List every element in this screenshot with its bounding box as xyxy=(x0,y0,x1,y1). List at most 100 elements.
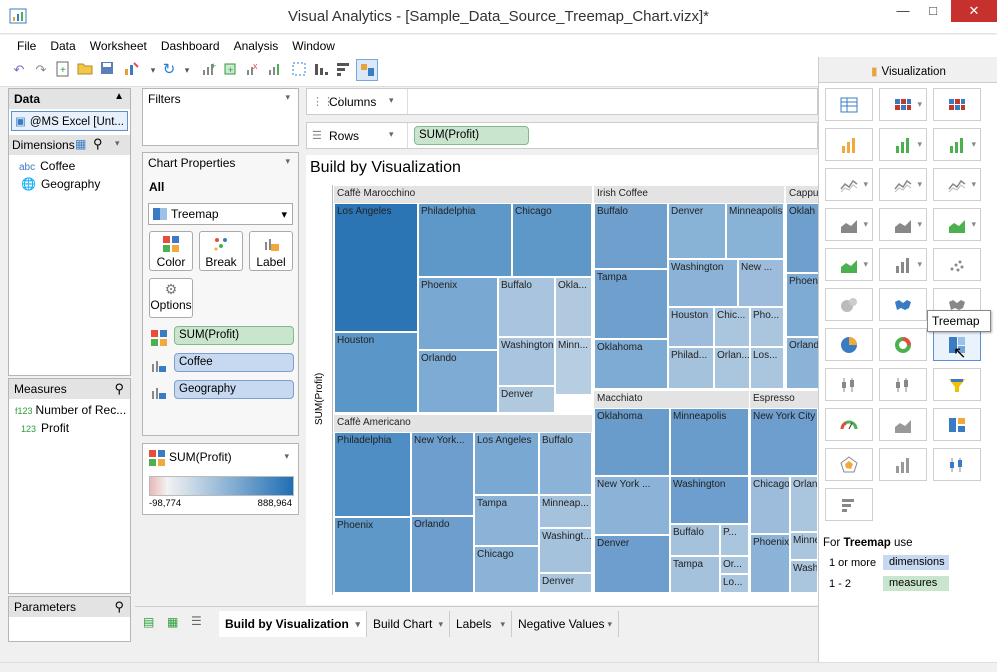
treemap-cell[interactable]: Lo... xyxy=(720,574,749,593)
treemap-chart[interactable]: Caffè Marocchino Los Angeles Philadelphia C… xyxy=(334,186,818,596)
treemap-cell[interactable]: Pho... xyxy=(750,307,784,347)
viz-type-area[interactable]: ▾ xyxy=(825,208,873,241)
rows-menu-icon[interactable]: ▾ xyxy=(389,129,394,140)
dimensions-menu-icon[interactable]: ▾ xyxy=(115,138,120,149)
viz-type-table[interactable] xyxy=(825,88,873,121)
treemap-cell[interactable]: Phoen xyxy=(786,273,818,337)
refresh-dropdown-icon[interactable]: ▾ xyxy=(178,61,196,79)
viz-type-gauge[interactable] xyxy=(825,408,873,441)
treemap-cell[interactable]: Minneap... xyxy=(539,495,592,528)
chevron-down-icon[interactable]: ▾ xyxy=(917,139,922,150)
viz-type-bar3[interactable]: ▾ xyxy=(933,128,981,161)
duplicate-chart-icon[interactable]: + xyxy=(222,61,240,79)
sort-descending-icon[interactable] xyxy=(334,61,352,79)
treemap-cell[interactable]: Denver xyxy=(594,535,670,593)
add-chart-icon[interactable]: + xyxy=(200,61,218,79)
columns-menu-icon[interactable]: ▾ xyxy=(389,95,394,106)
columns-shelf[interactable]: ⋮⋮⋮ Columns ▾ xyxy=(306,88,818,115)
menu-file[interactable]: File xyxy=(10,35,43,53)
sheet-list-icon[interactable]: ☰ xyxy=(191,614,202,628)
treemap-cell[interactable]: Chicago xyxy=(750,476,790,534)
break-mark-button[interactable]: Break xyxy=(199,231,243,271)
data-panel-sort-icon[interactable]: ▲ xyxy=(114,91,124,102)
treemap-cell[interactable]: Buffalo xyxy=(498,277,555,337)
treemap-cell[interactable]: P... xyxy=(720,524,749,556)
menu-window[interactable]: Window xyxy=(285,35,342,53)
tab-menu-icon[interactable]: ▾ xyxy=(355,619,360,630)
chart-properties-menu-icon[interactable]: ▾ xyxy=(285,156,290,167)
redo-icon[interactable]: ↷ xyxy=(32,61,50,79)
rows-profit-pill[interactable]: SUM(Profit) xyxy=(414,126,529,145)
chevron-down-icon[interactable]: ▾ xyxy=(863,259,868,270)
treemap-cell[interactable]: Philad... xyxy=(668,347,714,389)
tab-menu-icon[interactable]: ▾ xyxy=(607,619,612,630)
treemap-cell[interactable]: Buffalo xyxy=(594,203,668,269)
search-parameters-icon[interactable]: ⚲ xyxy=(114,599,124,615)
treemap-cell[interactable]: Houston xyxy=(334,332,418,413)
chevron-down-icon[interactable]: ▾ xyxy=(917,99,922,110)
viz-type-box2[interactable] xyxy=(879,368,927,401)
refresh-icon[interactable]: ↻ xyxy=(160,61,178,79)
viz-type-scatter[interactable] xyxy=(933,248,981,281)
treemap-cell[interactable]: New York City xyxy=(750,408,818,476)
tab-build-chart[interactable]: Build Chart ▾ xyxy=(367,611,450,637)
treemap-cell[interactable]: Or... xyxy=(720,556,749,574)
data-source-selector[interactable]: ▣ @MS Excel [Unt... xyxy=(11,111,128,131)
viz-type-bullet[interactable] xyxy=(933,408,981,441)
treemap-cell[interactable]: Houston xyxy=(668,307,714,347)
treemap-cell[interactable]: Washington xyxy=(668,259,738,307)
viz-type-hist[interactable] xyxy=(879,448,927,481)
tab-menu-icon[interactable]: ▾ xyxy=(500,619,505,630)
filters-panel[interactable]: Filters ▾ xyxy=(142,88,299,146)
treemap-cell[interactable]: Orlan xyxy=(790,476,818,532)
table-view-icon[interactable]: ▦ xyxy=(75,137,86,151)
treemap-cell[interactable]: Minneapolis xyxy=(726,203,784,259)
viz-type-highlight[interactable] xyxy=(933,88,981,121)
treemap-cell[interactable]: Oklahoma xyxy=(594,339,668,389)
data-source-icon[interactable] xyxy=(122,61,140,79)
geography-field-pill[interactable]: Geography xyxy=(174,380,294,399)
treemap-cell[interactable]: Phoenix xyxy=(750,534,790,593)
treemap-cell[interactable]: New ... xyxy=(738,259,784,307)
open-folder-icon[interactable] xyxy=(76,61,94,79)
tab-negative-values[interactable]: Negative Values ▾ xyxy=(512,611,619,637)
viz-type-map[interactable] xyxy=(879,288,927,321)
viz-type-heatmap[interactable]: ▾ xyxy=(879,88,927,121)
treemap-cell[interactable]: Washingt... xyxy=(539,528,592,573)
menu-dashboard[interactable]: Dashboard xyxy=(154,35,227,53)
treemap-cell[interactable]: Los Angeles xyxy=(474,432,539,495)
viz-type-line[interactable]: ▾ xyxy=(825,168,873,201)
treemap-cell[interactable]: Orlan... xyxy=(714,347,750,389)
save-icon[interactable] xyxy=(98,61,116,79)
treemap-cell[interactable]: Philadelphia xyxy=(334,432,411,517)
search-measures-icon[interactable]: ⚲ xyxy=(114,381,124,397)
measure-item-number-of-records[interactable]: f123 Number of Rec... xyxy=(15,403,126,417)
show-me-icon[interactable] xyxy=(356,59,378,81)
minimize-button[interactable]: — xyxy=(888,0,918,22)
treemap-cell[interactable]: Orlando xyxy=(418,350,498,413)
filters-menu-icon[interactable]: ▾ xyxy=(285,92,290,103)
new-worksheet-icon[interactable]: + xyxy=(54,61,72,79)
coffee-field-pill[interactable]: Coffee xyxy=(174,353,294,372)
chevron-down-icon[interactable]: ▾ xyxy=(863,219,868,230)
treemap-cell[interactable]: Orlando xyxy=(411,516,474,593)
treemap-cell[interactable]: Wash xyxy=(790,560,818,593)
treemap-cell[interactable]: Buffalo xyxy=(670,524,720,556)
treemap-cell[interactable]: Buffalo xyxy=(539,432,592,495)
undo-icon[interactable]: ↶ xyxy=(10,61,28,79)
treemap-cell[interactable]: Chicago xyxy=(512,203,592,277)
viz-type-pareto[interactable] xyxy=(825,488,873,521)
viz-type-funnel[interactable] xyxy=(933,368,981,401)
lasso-icon[interactable] xyxy=(290,61,308,79)
viz-type-area5[interactable] xyxy=(879,408,927,441)
treemap-cell[interactable]: Denver xyxy=(668,203,726,259)
chevron-down-icon[interactable]: ▾ xyxy=(917,259,922,270)
viz-type-radar[interactable] xyxy=(825,448,873,481)
treemap-cell[interactable]: Okla... xyxy=(555,277,592,337)
menu-worksheet[interactable]: Worksheet xyxy=(83,35,154,53)
treemap-cell[interactable]: Chicago xyxy=(474,546,539,593)
treemap-cell[interactable]: New York... xyxy=(411,432,474,516)
treemap-cell[interactable]: Minn... xyxy=(555,337,592,395)
chevron-down-icon[interactable]: ▾ xyxy=(863,179,868,190)
treemap-cell[interactable]: Washington xyxy=(670,476,749,524)
